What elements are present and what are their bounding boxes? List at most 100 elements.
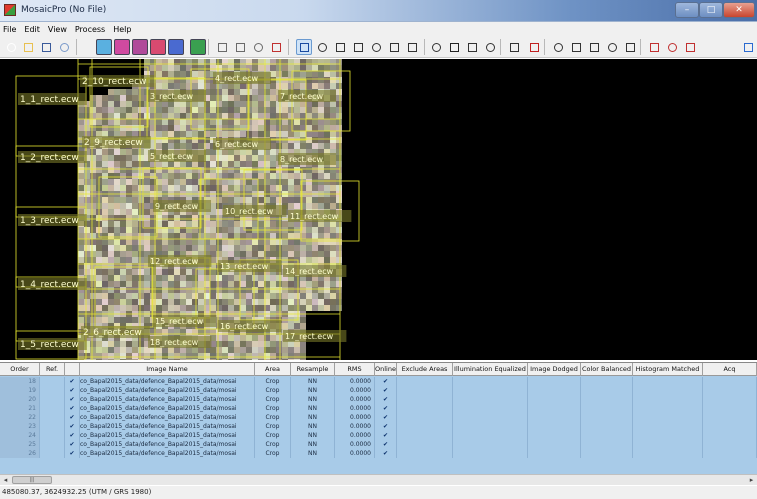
color-balance-glyph [450,43,459,52]
scroll-left-arrow-icon[interactable]: ◂ [0,475,11,485]
online-check-cell: ✔ [375,422,397,431]
move-top-glyph [554,43,563,52]
ref-cell [40,449,65,458]
table-row[interactable]: 20 ✔ co_Bapal2015_data/defence_Bapal2015_d… [0,395,757,404]
row-tile-label: 1_5_rect.ecw [20,340,79,350]
column-header-illumination-equalized[interactable]: Illumination Equalized [453,363,528,376]
select-pointer-icon[interactable] [296,39,312,55]
table-row[interactable]: 23 ✔ co_Bapal2015_data/defence_Bapal2015_d… [0,422,757,431]
menu-process[interactable]: Process [75,25,105,34]
column-header-area[interactable]: Area [255,363,291,376]
menu-edit[interactable]: Edit [24,25,40,34]
run-mosaic-icon[interactable] [526,39,542,55]
table-row[interactable]: 26 ✔ co_Bapal2015_data/defence_Bapal2015_d… [0,449,757,458]
seamline-icon[interactable] [232,39,248,55]
color-balance-icon[interactable] [446,39,462,55]
add-images-glyph [60,43,69,52]
save-icon[interactable] [38,39,54,55]
fit-extent-icon[interactable] [332,39,348,55]
order-cell: 19 [0,386,40,395]
cloud-edit-icon[interactable] [682,39,698,55]
resample-cell: NN [291,440,335,449]
column-header-online[interactable]: Online [375,363,397,376]
cloud-remove-glyph [668,43,677,52]
table-row[interactable]: 24 ✔ co_Bapal2015_data/defence_Bapal2015_d… [0,431,757,440]
show-grid-icon[interactable] [168,39,184,55]
table-row[interactable]: 22 ✔ co_Bapal2015_data/defence_Bapal2015_d… [0,413,757,422]
empty-cell [703,440,757,449]
color-corrections-icon[interactable] [190,39,206,55]
column-header-visible[interactable] [65,363,80,376]
empty-cell [633,413,703,422]
column-header-exclude-areas[interactable]: Exclude Areas [397,363,453,376]
column-header-rms[interactable]: RMS [335,363,375,376]
column-header-ref[interactable]: Ref. [40,363,65,376]
minimize-button[interactable]: – [675,2,699,18]
image-name-cell: co_Bapal2015_data/defence_Bapal2015_data… [80,386,255,395]
column-header-color-balanced[interactable]: Color Balanced [581,363,633,376]
function-icon[interactable] [482,39,498,55]
open-folder-icon[interactable] [20,39,36,55]
histogram-icon[interactable] [464,39,480,55]
mosaic-canvas[interactable]: 1_1_rect.ecw 1_2_rect.ecw 1_3_rect.ecw 1_4_… [0,59,372,360]
column-header-acq[interactable]: Acq [703,363,757,376]
move-down-icon[interactable] [586,39,602,55]
mosaic-viewport[interactable]: 1_1_rect.ecw 1_2_rect.ecw 1_3_rect.ecw 1_4_… [0,59,757,360]
table-row[interactable]: 18 ✔ co_Bapal2015_data/defence_Bapal2015_d… [0,377,757,386]
table-row[interactable]: 25 ✔ co_Bapal2015_data/defence_Bapal2015_d… [0,440,757,449]
horizontal-scrollbar[interactable]: ◂ ||| ▸ [0,474,757,485]
display-active-areas-icon[interactable] [96,39,112,55]
column-header-image-name[interactable]: Image Name [80,363,255,376]
order-cell: 24 [0,431,40,440]
scrollbar-thumb[interactable]: ||| [12,476,52,484]
display-exclude-areas-icon[interactable] [150,39,166,55]
new-file-glyph [7,43,16,52]
reference-icon[interactable] [250,39,266,55]
open-folder-glyph [24,43,33,52]
pan-hand-icon[interactable] [404,39,420,55]
column-header-image-dodged[interactable]: Image Dodged [528,363,581,376]
image-name-cell: co_Bapal2015_data/defence_Bapal2015_data… [80,395,255,404]
move-bottom-icon[interactable] [604,39,620,55]
image-properties-icon[interactable] [428,39,444,55]
column-header-histogram-matched[interactable]: Histogram Matched [633,363,703,376]
empty-cell [453,386,528,395]
area-cell: Crop [255,404,291,413]
empty-cell [633,395,703,404]
move-up-icon[interactable] [568,39,584,55]
row-tile-label: 1_1_rect.ecw [20,95,79,105]
menu-help[interactable]: Help [113,25,131,34]
close-button[interactable]: ✕ [723,2,755,18]
column-header-order[interactable]: Order [0,363,40,376]
image-list-table[interactable]: Order Ref. Image Name Area Resample RMS Online… [0,362,757,474]
scroll-right-arrow-icon[interactable]: ▸ [746,475,757,485]
inner-tile-label: 14_rect.ecw [285,267,334,276]
add-images-icon[interactable] [56,39,72,55]
select-box-icon[interactable] [314,39,330,55]
zoom-out-icon[interactable] [386,39,402,55]
empty-cell [703,431,757,440]
display-outlines-icon[interactable] [132,39,148,55]
menu-file[interactable]: File [3,25,16,34]
set-overlap-function-icon[interactable] [214,39,230,55]
cloud-remove-icon[interactable] [664,39,680,55]
cloud-icon[interactable] [646,39,662,55]
column-header-resample[interactable]: Resample [291,363,335,376]
zoom-in-icon[interactable] [368,39,384,55]
move-top-icon[interactable] [550,39,566,55]
inner-tile-label: 18_rect.ecw [150,338,199,347]
table-row[interactable]: 21 ✔ co_Bapal2015_data/defence_Bapal2015_d… [0,404,757,413]
new-file-icon[interactable] [3,39,19,55]
display-raster-images-icon[interactable] [114,39,130,55]
menu-view[interactable]: View [48,25,67,34]
online-check-cell: ✔ [375,440,397,449]
visible-check-cell: ✔ [65,413,80,422]
table-row[interactable]: 19 ✔ co_Bapal2015_data/defence_Bapal2015_d… [0,386,757,395]
seamline-editor-icon[interactable] [506,39,522,55]
image-name-cell: co_Bapal2015_data/defence_Bapal2015_data… [80,422,255,431]
help-icon[interactable] [740,39,756,55]
zoom-box-icon[interactable] [350,39,366,55]
reverse-order-icon[interactable] [622,39,638,55]
output-options-icon[interactable] [268,39,284,55]
maximize-button[interactable]: □ [699,2,723,18]
